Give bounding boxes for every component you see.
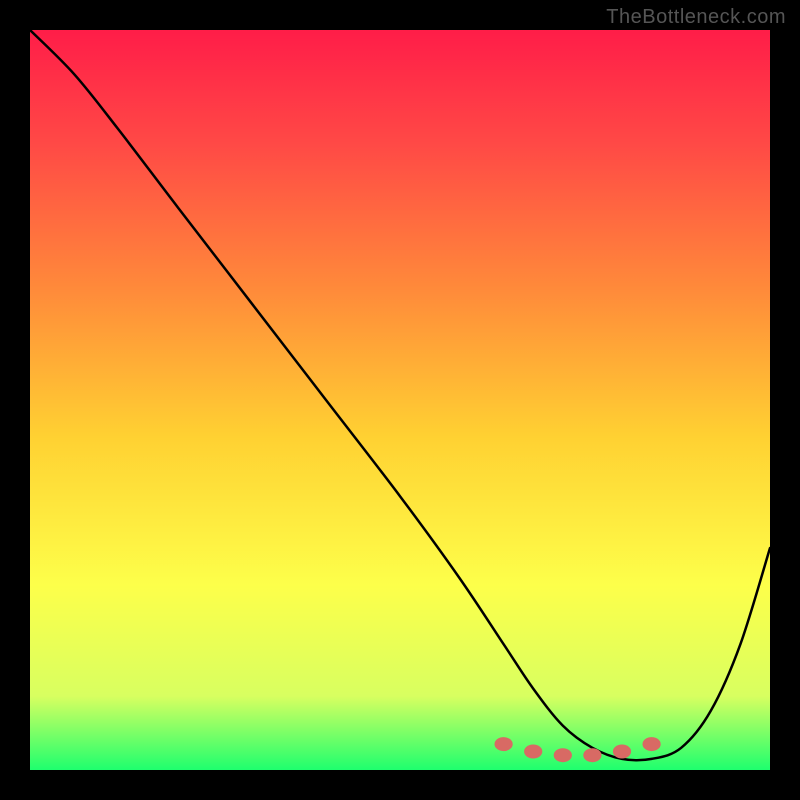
bottleneck-curve-chart — [30, 30, 770, 770]
chart-background — [30, 30, 770, 770]
flat-region-marker — [583, 748, 601, 762]
attribution-text: TheBottleneck.com — [606, 6, 786, 29]
flat-region-marker — [643, 737, 661, 751]
flat-region-marker — [613, 745, 631, 759]
flat-region-marker — [554, 748, 572, 762]
flat-region-marker — [495, 737, 513, 751]
chart-container — [30, 30, 770, 770]
flat-region-marker — [524, 745, 542, 759]
